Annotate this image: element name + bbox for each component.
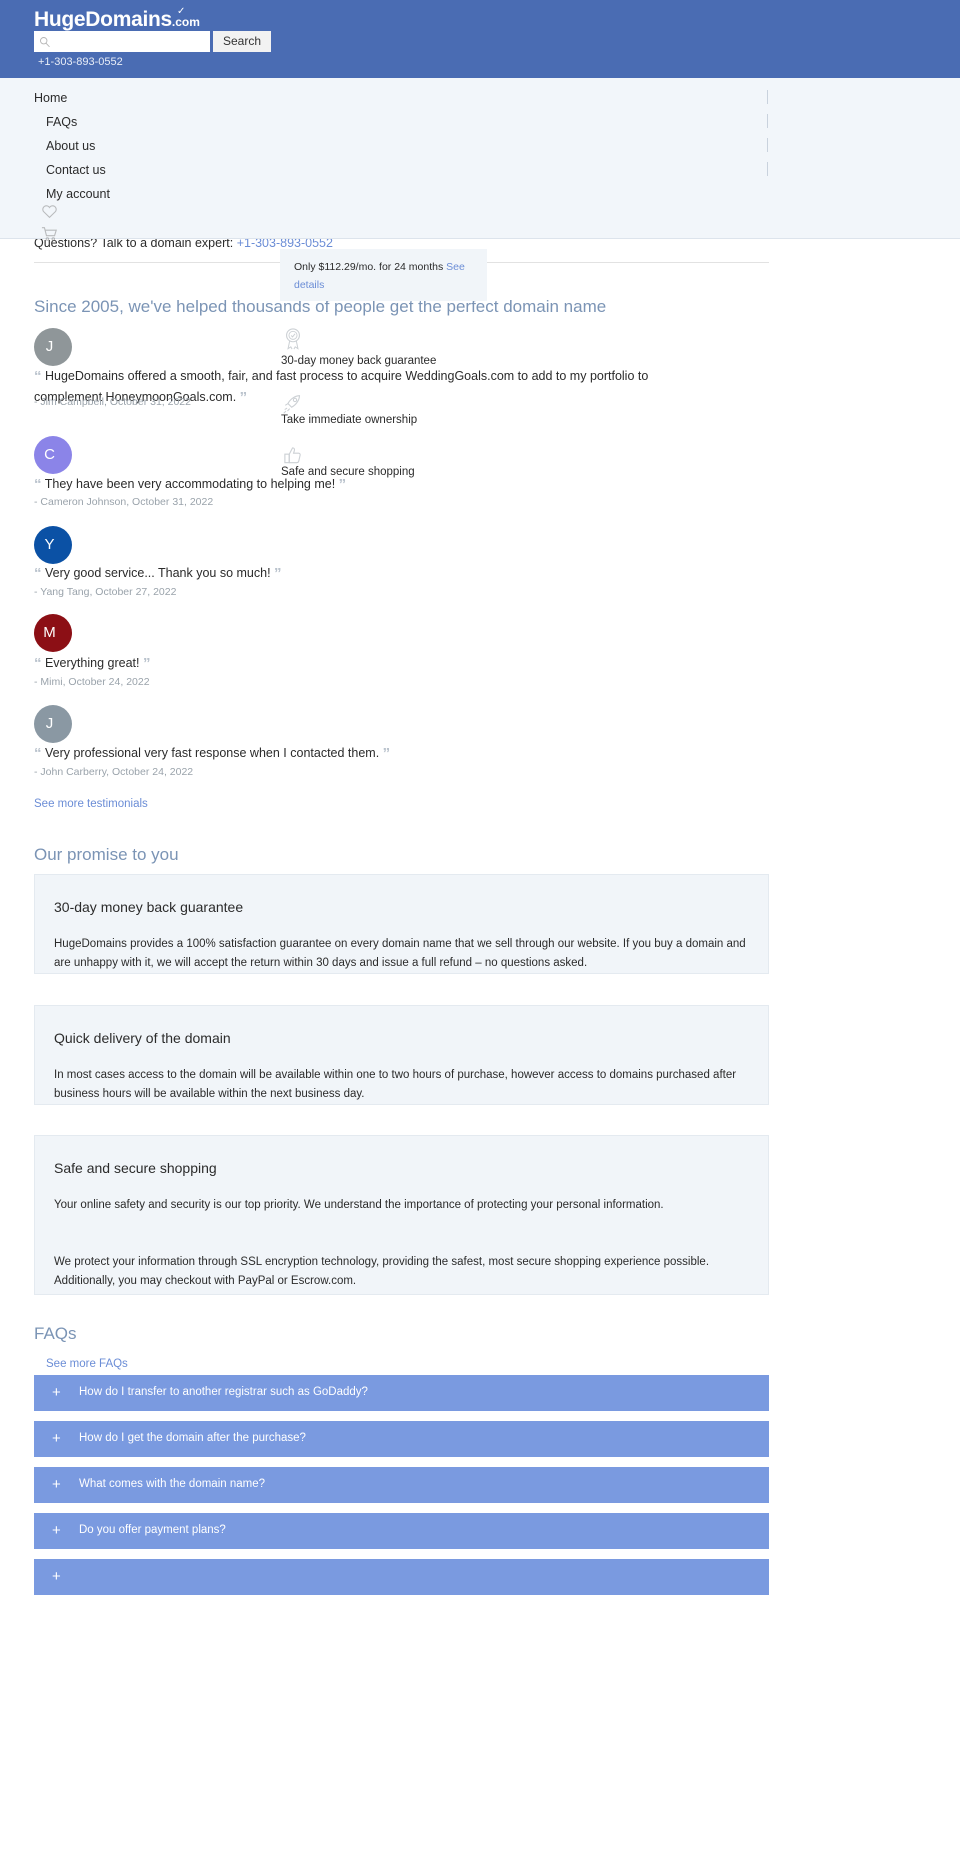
plus-icon: + <box>52 1430 61 1447</box>
search-button[interactable]: Search <box>213 31 271 52</box>
testimonial-quote: “ Very professional very fast response w… <box>34 745 391 762</box>
search-form: Search <box>34 31 271 52</box>
logo[interactable]: HugeDomains.com ✓ <box>34 6 200 32</box>
avatar: Y <box>34 526 72 564</box>
search-icon <box>40 36 50 47</box>
price-popup: Only $112.29/mo. for 24 months See detai… <box>280 249 487 301</box>
testimonial-author: - Cameron Johnson, October 31, 2022 <box>34 496 214 508</box>
promise-card-paragraph: In most cases access to the domain will … <box>54 1069 737 1100</box>
see-more-faqs-link[interactable]: See more FAQs <box>46 1358 128 1370</box>
feature-label-0: 30-day money back guarantee <box>281 355 437 367</box>
promise-card: 30-day money back guarantee HugeDomains p… <box>34 874 769 974</box>
cart-icon[interactable] <box>41 226 58 247</box>
testimonial-author: - Yang Tang, October 27, 2022 <box>34 586 177 598</box>
plus-icon: + <box>52 1568 61 1585</box>
search-input[interactable] <box>51 34 201 49</box>
promise-card-title: 30-day money back guarantee <box>54 899 244 915</box>
promise-card-title: Safe and secure shopping <box>54 1160 217 1176</box>
feature-label-2: Safe and secure shopping <box>281 466 415 478</box>
promise-card-paragraph: Your online safety and security is our t… <box>54 1199 664 1211</box>
header-phone[interactable]: +1-303-893-0552 <box>38 56 123 68</box>
faq-item[interactable]: + Do you offer payment plans? <box>34 1513 769 1549</box>
promise-card: Quick delivery of the domain In most case… <box>34 1005 769 1105</box>
badge-check-icon <box>282 326 304 357</box>
plus-icon: + <box>52 1476 61 1493</box>
testimonial-author: - John Carberry, October 24, 2022 <box>34 766 194 778</box>
logo-suffix: .com <box>171 15 200 29</box>
promise-card-paragraph: We protect your information through SSL … <box>54 1256 710 1287</box>
nav-dropdown-panel: Home FAQs About us Contact us My account <box>0 78 960 241</box>
logo-text: HugeDomains <box>34 8 172 31</box>
search-input-wrapper[interactable] <box>34 31 210 52</box>
testimonial-quote: “ Everything great! ” <box>34 655 151 672</box>
promise-card: Safe and secure shopping Your online safe… <box>34 1135 769 1295</box>
faq-question: Do you offer payment plans? <box>79 1524 226 1536</box>
see-more-testimonials-link[interactable]: See more testimonials <box>34 798 148 810</box>
testimonial-author: - Mimi, October 24, 2022 <box>34 676 150 688</box>
feature-label-1: Take immediate ownership <box>281 414 418 426</box>
faq-question: How do I transfer to another registrar s… <box>79 1386 368 1398</box>
price-popup-text: Only $112.29/mo. for 24 months <box>294 261 444 273</box>
nav-divider <box>767 114 768 128</box>
nav-item-contact-us[interactable]: Contact us <box>46 163 106 177</box>
nav-divider <box>767 162 768 176</box>
faq-question: How do I get the domain after the purcha… <box>79 1432 306 1444</box>
nav-divider <box>767 138 768 152</box>
check-icon: ✓ <box>177 6 186 17</box>
promise-card-title: Quick delivery of the domain <box>54 1030 231 1046</box>
testimonial-author: - Jim Campbell, October 31, 2022 <box>34 396 191 408</box>
promise-heading: Our promise to you <box>34 845 179 864</box>
testimonial-quote: “ Very good service... Thank you so much… <box>34 565 282 582</box>
nav-item-home[interactable]: Home <box>34 91 67 105</box>
nav-item-about-us[interactable]: About us <box>46 139 95 153</box>
faq-item[interactable]: + <box>34 1559 769 1595</box>
faqs-heading: FAQs <box>34 1324 77 1343</box>
avatar: J <box>34 328 72 366</box>
faq-item[interactable]: + How do I get the domain after the purch… <box>34 1421 769 1457</box>
faq-item[interactable]: + What comes with the domain name? <box>34 1467 769 1503</box>
faq-item[interactable]: + How do I transfer to another registrar … <box>34 1375 769 1411</box>
promise-card-paragraph: HugeDomains provides a 100% satisfaction… <box>54 938 746 969</box>
plus-icon: + <box>52 1522 61 1539</box>
nav-divider <box>767 90 768 104</box>
site-header: HugeDomains.com ✓ Search +1-303-893-0552 <box>0 0 960 78</box>
nav-item-my-account[interactable]: My account <box>46 187 110 201</box>
heart-icon[interactable] <box>41 204 58 224</box>
avatar: M <box>34 614 72 652</box>
avatar: J <box>34 705 72 743</box>
plus-icon: + <box>52 1384 61 1401</box>
faq-question: What comes with the domain name? <box>79 1478 266 1490</box>
avatar: C <box>34 436 72 474</box>
nav-item-faqs[interactable]: FAQs <box>46 115 77 129</box>
